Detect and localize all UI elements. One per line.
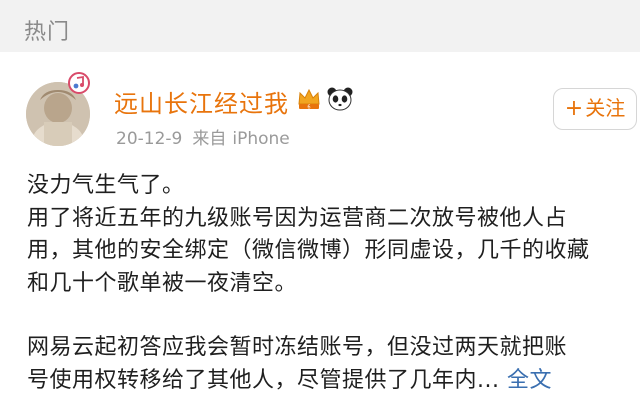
follow-label: 关注 bbox=[585, 96, 626, 120]
post-line: 和几十个歌单被一夜清空。 bbox=[27, 270, 298, 296]
post-from-label: 来自 bbox=[192, 129, 227, 149]
plus-icon: + bbox=[564, 96, 584, 121]
post-line: 网易云起初答应我会暂时冻结账号，但没过两天就把账 bbox=[27, 335, 568, 360]
post-line-text: 号使用权转移给了其他人，尽管提供了几年内... bbox=[27, 367, 500, 393]
post-line: 用，其他的安全绑定（微信微博）形同虚设，几千的收藏 bbox=[27, 238, 590, 263]
full-text-link[interactable]: 全文 bbox=[507, 368, 552, 393]
follow-button[interactable]: + 关注 bbox=[553, 88, 637, 130]
post-source[interactable]: iPhone bbox=[232, 129, 289, 149]
post-card[interactable]: 远山长江经过我 6 20-12-9 来自 iPhone + 关注 没力气生气了。 用了… bbox=[0, 62, 640, 401]
post-line-with-link: 号使用权转移给了其他人，尽管提供了几年内... 全文 bbox=[27, 365, 627, 398]
username[interactable]: 远山长江经过我 bbox=[114, 84, 289, 119]
crown-badge-icon: 6 bbox=[298, 88, 320, 110]
section-header: 热门 bbox=[0, 0, 640, 52]
post-line: 没力气生气了。 bbox=[27, 173, 185, 198]
post-line: 用了将近五年的九级账号因为运营商二次放号被他人占 bbox=[27, 205, 568, 231]
panda-emoji-icon bbox=[327, 87, 353, 111]
svg-text:6: 6 bbox=[307, 104, 310, 110]
post-date: 20-12-9 bbox=[116, 129, 183, 149]
music-note-badge-icon bbox=[68, 72, 90, 94]
post-meta: 20-12-9 来自 iPhone bbox=[116, 124, 290, 149]
section-title: 热门 bbox=[24, 20, 71, 45]
post-body[interactable]: 没力气生气了。 用了将近五年的九级账号因为运营商二次放号被他人占 用，其他的安全… bbox=[27, 170, 627, 397]
weibo-hot-feed: 热门 远山长江经过我 6 20-12-9 来自 iPhone + 关注 没力气生… bbox=[0, 0, 640, 401]
